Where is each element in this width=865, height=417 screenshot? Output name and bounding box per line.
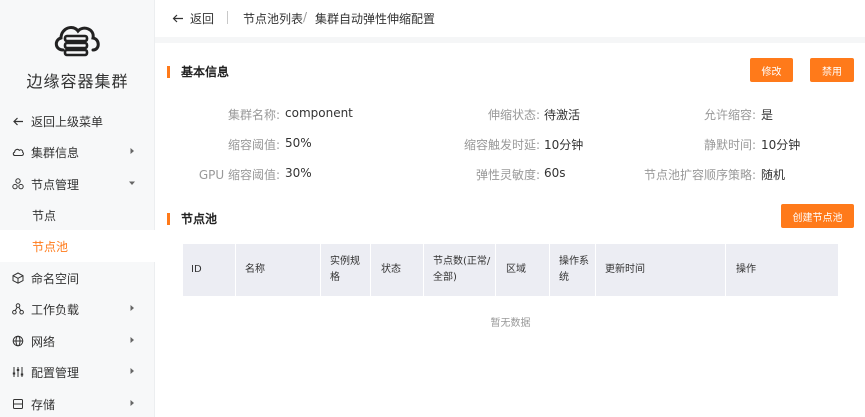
sliders-icon [12, 366, 24, 378]
cube-icon [12, 272, 24, 284]
back-to-parent-menu-label: 返回上级菜单 [31, 114, 104, 129]
column-header-updated-time: 更新时间 [605, 264, 645, 275]
column-header-actions: 操作 [736, 264, 756, 275]
sidebar-item-storage[interactable]: 存储 [0, 388, 155, 417]
disable-button[interactable]: 禁用 [810, 58, 854, 82]
arrow-left-icon [172, 14, 183, 23]
main-content: 基本信息 修改 禁用 集群名称: component 伸缩状态: 待激活 允许缩… [155, 43, 865, 417]
scale-down-threshold-label: 缩容阈值: [227, 138, 280, 152]
back-link-label: 返回 [190, 12, 215, 26]
breadcrumb: 返回 节点池列表 / 集群自动弹性伸缩配置 [155, 0, 865, 37]
storage-icon [12, 398, 24, 410]
column-divider [495, 244, 496, 296]
sidebar-item-label: 节点 [32, 208, 57, 223]
nodes-icon [12, 178, 24, 190]
sidebar-item-label: 存储 [31, 397, 56, 412]
sidebar-item-label: 配置管理 [31, 365, 80, 380]
section-accent-bar [167, 65, 170, 78]
cluster-name-value: component [285, 106, 353, 120]
elastic-sensitivity-label: 弹性灵敏度: [475, 168, 540, 182]
section-accent-bar [167, 212, 170, 225]
expansion-order-strategy-label: 节点池扩容顺序策略: [643, 168, 756, 182]
column-header-name: 名称 [245, 264, 265, 275]
caret-right-icon [130, 305, 134, 311]
workload-icon [12, 303, 24, 315]
allow-scale-down-label: 允许缩容: [703, 108, 756, 122]
breadcrumb-item-node-pool-list[interactable]: 节点池列表 [243, 10, 303, 27]
section-title-text: 基本信息 [181, 65, 230, 79]
globe-icon [12, 335, 24, 347]
sidebar-item-label: 工作负载 [31, 302, 80, 317]
basic-info-section-title: 基本信息 [167, 63, 229, 80]
cooldown-time-label: 静默时间: [703, 138, 756, 152]
sidebar-item-workload[interactable]: 工作负载 [0, 293, 155, 325]
caret-right-icon [130, 368, 134, 374]
cloud-server-logo-icon [54, 26, 100, 57]
gpu-scale-down-threshold-value: 30% [285, 166, 312, 180]
sidebar-item-label: 节点管理 [31, 177, 80, 192]
breadcrumb-separator: / [303, 10, 308, 24]
empty-state-text: 暂无数据 [490, 318, 531, 329]
elastic-sensitivity-value: 60s [544, 166, 566, 180]
back-link[interactable]: 返回 [172, 10, 214, 27]
cooldown-time-value: 10分钟 [761, 138, 801, 152]
allow-scale-down-value: 是 [761, 108, 774, 122]
column-divider [595, 244, 596, 296]
caret-right-icon [130, 400, 134, 406]
create-node-pool-button[interactable]: 创建节点池 [781, 204, 854, 228]
column-header-node-count: 节点数(正常/全部) [433, 256, 491, 283]
sidebar-item-node[interactable]: 节点 [0, 199, 155, 231]
cloud-icon [12, 146, 24, 158]
sidebar-item-cluster-info[interactable]: 集群信息 [0, 136, 155, 168]
back-to-parent-menu[interactable]: 返回上级菜单 [0, 105, 155, 137]
cluster-name-label: 集群名称: [227, 108, 280, 122]
column-divider [549, 244, 550, 296]
column-header-region: 区域 [506, 264, 526, 275]
sidebar-item-label: 集群信息 [31, 145, 80, 160]
column-header-id: ID [191, 264, 202, 275]
scale-down-delay-label: 缩容触发时延: [463, 138, 540, 152]
sidebar-item-label: 命名空间 [31, 271, 80, 286]
sidebar: 边缘容器集群 返回上级菜单 集群信息 节点管理 节点 节点池 命名空间 工作负载… [0, 0, 155, 417]
column-header-os: 操作系统 [559, 256, 589, 283]
edit-button[interactable]: 修改 [750, 58, 793, 82]
gpu-scale-down-threshold-label: GPU 缩容阈值: [198, 168, 280, 182]
section-title-text: 节点池 [181, 212, 218, 226]
column-divider [725, 244, 726, 296]
caret-down-icon [129, 181, 135, 185]
scaling-status-label: 伸缩状态: [487, 108, 540, 122]
sidebar-item-config-management[interactable]: 配置管理 [0, 356, 155, 388]
sidebar-item-label: 节点池 [32, 239, 69, 254]
node-pool-section-title: 节点池 [167, 210, 217, 227]
scale-down-threshold-value: 50% [285, 136, 312, 150]
column-header-status: 状态 [381, 264, 401, 275]
breadcrumb-item-current: 集群自动弹性伸缩配置 [315, 12, 436, 26]
arrow-left-icon [12, 115, 24, 127]
scale-down-delay-value: 10分钟 [544, 138, 584, 152]
caret-right-icon [130, 337, 134, 343]
sidebar-item-namespace[interactable]: 命名空间 [0, 262, 155, 294]
app-title: 边缘容器集群 [26, 72, 129, 91]
sidebar-item-node-management[interactable]: 节点管理 [0, 168, 155, 200]
column-divider [370, 244, 371, 296]
sidebar-item-network[interactable]: 网络 [0, 325, 155, 357]
node-pool-table-header: ID 名称 实例规格 状态 节点数(正常/全部) 区域 操作系统 更新时间 操作 [183, 244, 838, 296]
column-divider [423, 244, 424, 296]
scaling-status-value: 待激活 [544, 108, 581, 122]
sidebar-item-node-pool[interactable]: 节点池 [0, 230, 155, 262]
sidebar-item-label: 网络 [31, 334, 56, 349]
expansion-order-strategy-value: 随机 [761, 168, 786, 182]
column-divider [320, 244, 321, 296]
column-header-instance-spec: 实例规格 [330, 256, 360, 283]
column-divider [235, 244, 236, 296]
divider [227, 11, 228, 24]
caret-right-icon [130, 148, 134, 154]
